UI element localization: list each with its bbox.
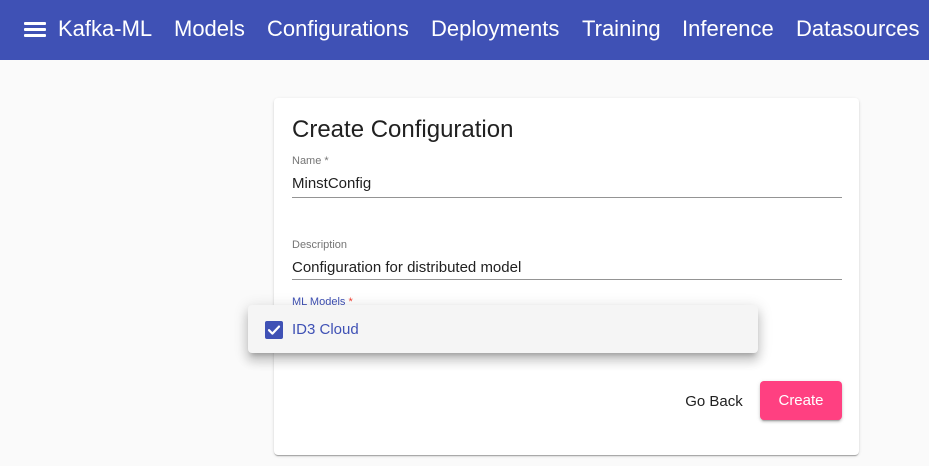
nav-datasources[interactable]: Datasources [796,16,920,42]
ml-model-option-label: ID3 Cloud [292,321,359,338]
name-field-label: Name * [292,155,329,167]
app-brand[interactable]: Kafka-ML [58,16,152,42]
check-icon[interactable] [265,321,283,339]
name-field[interactable] [292,172,842,194]
nav-training[interactable]: Training [582,16,661,42]
nav-models[interactable]: Models [174,16,245,42]
description-field-label: Description [292,239,348,251]
go-back-button[interactable]: Go Back [674,381,754,421]
page-title: Create Configuration [292,116,514,143]
create-configuration-card: Create Configuration Name * Description … [274,98,859,455]
nav-configurations[interactable]: Configurations [267,16,409,42]
menu-icon[interactable] [24,20,46,40]
top-toolbar: Kafka-ML Models Configurations Deploymen… [0,0,929,60]
nav-inference[interactable]: Inference [682,16,774,42]
ml-model-option[interactable]: ID3 Cloud [248,305,758,353]
nav-deployments[interactable]: Deployments [431,16,559,42]
create-button[interactable]: Create [760,381,842,420]
description-field-underline [292,279,842,280]
description-field[interactable] [292,256,842,278]
ml-models-dropdown: ID3 Cloud [248,305,758,353]
name-field-underline [292,197,842,198]
